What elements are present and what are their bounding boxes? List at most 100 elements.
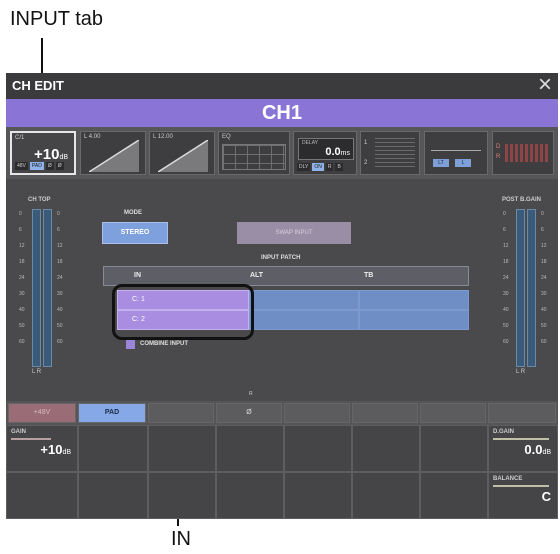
gain-bar <box>11 438 51 440</box>
delay-chip-3: R <box>325 163 334 171</box>
pan-left-box: LT <box>433 159 449 167</box>
dyn-label-2: 2 <box>364 160 368 166</box>
post-bgain-label: POST B.GAIN <box>502 197 542 203</box>
bottom-button-7[interactable] <box>420 403 486 423</box>
patch-alt-cell-2[interactable] <box>249 310 359 330</box>
phase-chip: Ø <box>45 162 54 170</box>
combine-input-label: COMBINE INPUT <box>140 341 188 347</box>
gain-label: GAIN <box>11 429 26 435</box>
dgain-bar <box>493 438 549 440</box>
phantom-button[interactable]: +48V <box>8 403 76 423</box>
balance-label: BALANCE <box>493 476 523 482</box>
patch-tb-cell-1[interactable] <box>359 290 469 310</box>
knob-cell-7 <box>420 425 488 472</box>
mode-label: MODE <box>124 210 142 216</box>
gain-knob[interactable]: GAIN +10dB <box>6 425 78 472</box>
bottom-button-6[interactable] <box>352 403 418 423</box>
knob-cell-b5 <box>284 472 352 519</box>
input-tab-callout: INPUT tab <box>10 8 103 30</box>
patch-header-tb: TB <box>364 272 374 279</box>
phase-chip-2: Ø <box>55 162 64 170</box>
close-icon[interactable]: × <box>538 72 552 98</box>
right-scale-inner: 0 6 12 18 24 30 40 50 60 <box>541 211 547 345</box>
dynamics-tab[interactable]: 1 2 <box>360 131 420 175</box>
bottom-small-label: R <box>249 391 253 397</box>
in-callout: IN <box>171 528 191 550</box>
delay-chip-4: B <box>335 163 343 171</box>
pad-button[interactable]: PAD <box>78 403 146 423</box>
knob-cell-4 <box>216 425 284 472</box>
knob-cell-b3 <box>148 472 216 519</box>
gain-value: +10dB <box>40 442 71 457</box>
delay-chip-2: ON <box>312 163 324 171</box>
delay-tab[interactable]: DELAY 0.0ms DLY ON R B <box>293 131 357 175</box>
eq-grid <box>222 144 286 170</box>
output-tab[interactable]: D R <box>492 131 554 175</box>
title-bar: CH EDIT × <box>6 72 558 99</box>
out-indicators <box>505 144 549 162</box>
combine-input-checkbox[interactable] <box>126 340 135 349</box>
balance-bar <box>493 485 549 487</box>
bottom-button-5[interactable] <box>284 403 350 423</box>
dgain-value: 0.0dB <box>524 442 551 457</box>
knob-cell-2 <box>78 425 148 472</box>
delay-value: 0.0ms <box>325 146 350 158</box>
patch-alt-cell-1[interactable] <box>249 290 359 310</box>
knob-cell-5 <box>284 425 352 472</box>
right-scale-outer: 0 6 12 18 24 30 40 50 60 <box>503 211 509 345</box>
delay-chip-1: DLY <box>297 163 311 171</box>
pad-chip: PAD <box>29 162 44 170</box>
left-lr-label: L R <box>32 369 42 375</box>
input-tab[interactable]: C/1 +10dB 48V PAD Ø Ø <box>10 131 76 175</box>
patch-header-alt: ALT <box>250 272 264 279</box>
eq-tab-label: EQ <box>222 134 231 140</box>
dgain-knob[interactable]: D.GAIN 0.0dB <box>488 425 558 472</box>
ch-top-label: CH TOP <box>28 197 51 203</box>
patch-header-in: IN <box>134 272 141 279</box>
patch-tb-cell-2[interactable] <box>359 310 469 330</box>
stereo-button[interactable]: STEREO <box>102 222 168 244</box>
out-label-1: D <box>496 144 501 150</box>
bottom-button-8[interactable] <box>488 403 556 423</box>
knob-cell-b6 <box>352 472 420 519</box>
ch-edit-window: CH EDIT × CH1 C/1 +10dB 48V PAD Ø Ø L 4.… <box>6 72 558 519</box>
gate-tab[interactable]: L 12.00 <box>149 131 215 175</box>
pan-right-box: L <box>455 159 471 167</box>
function-tab-strip: C/1 +10dB 48V PAD Ø Ø L 4.00 L 12.00 EQ … <box>6 127 558 179</box>
patch-header: IN ALT TB <box>103 266 469 286</box>
knob-area: GAIN +10dB D.GAIN 0.0dB BALANCE C <box>6 425 558 519</box>
input-patch-title: INPUT PATCH <box>261 255 301 261</box>
left-meter-l <box>32 209 41 367</box>
right-meter-r <box>527 209 536 367</box>
gate-curve-icon <box>158 140 208 172</box>
pan-tab[interactable]: LT L <box>424 131 488 175</box>
hpf-curve-icon <box>89 140 139 172</box>
bottom-button-row: +48V PAD Ø <box>6 401 558 425</box>
balance-value: C <box>541 489 551 504</box>
out-label-2: R <box>496 154 501 160</box>
dyn-meter-lines <box>375 138 415 170</box>
hpf-tab[interactable]: L 4.00 <box>80 131 146 175</box>
knob-cell-b4 <box>216 472 284 519</box>
phantom-chip: 48V <box>15 162 28 170</box>
pan-line <box>431 150 481 151</box>
bottom-button-3[interactable] <box>148 403 214 423</box>
window-title: CH EDIT <box>12 78 64 93</box>
in-highlight-frame <box>112 284 254 340</box>
delay-box: DELAY 0.0ms <box>298 138 354 160</box>
input-tab-label: C/1 <box>15 135 25 141</box>
right-meter-l <box>516 209 525 367</box>
phase-button[interactable]: Ø <box>216 403 282 423</box>
left-scale-outer: 0 6 12 18 24 30 40 50 60 <box>19 211 25 345</box>
left-meter-r <box>43 209 52 367</box>
dgain-label: D.GAIN <box>493 429 514 435</box>
channel-name-bar: CH1 <box>6 99 558 127</box>
eq-tab[interactable]: EQ <box>218 131 290 175</box>
swap-input-button[interactable]: SWAP INPUT <box>237 222 351 244</box>
knob-cell-3 <box>148 425 216 472</box>
left-scale-inner: 0 6 12 18 24 30 40 50 60 <box>57 211 63 345</box>
balance-knob[interactable]: BALANCE C <box>488 472 558 519</box>
knob-cell-b2 <box>78 472 148 519</box>
right-lr-label: L R <box>516 369 526 375</box>
delay-tab-label: DELAY <box>302 140 319 146</box>
